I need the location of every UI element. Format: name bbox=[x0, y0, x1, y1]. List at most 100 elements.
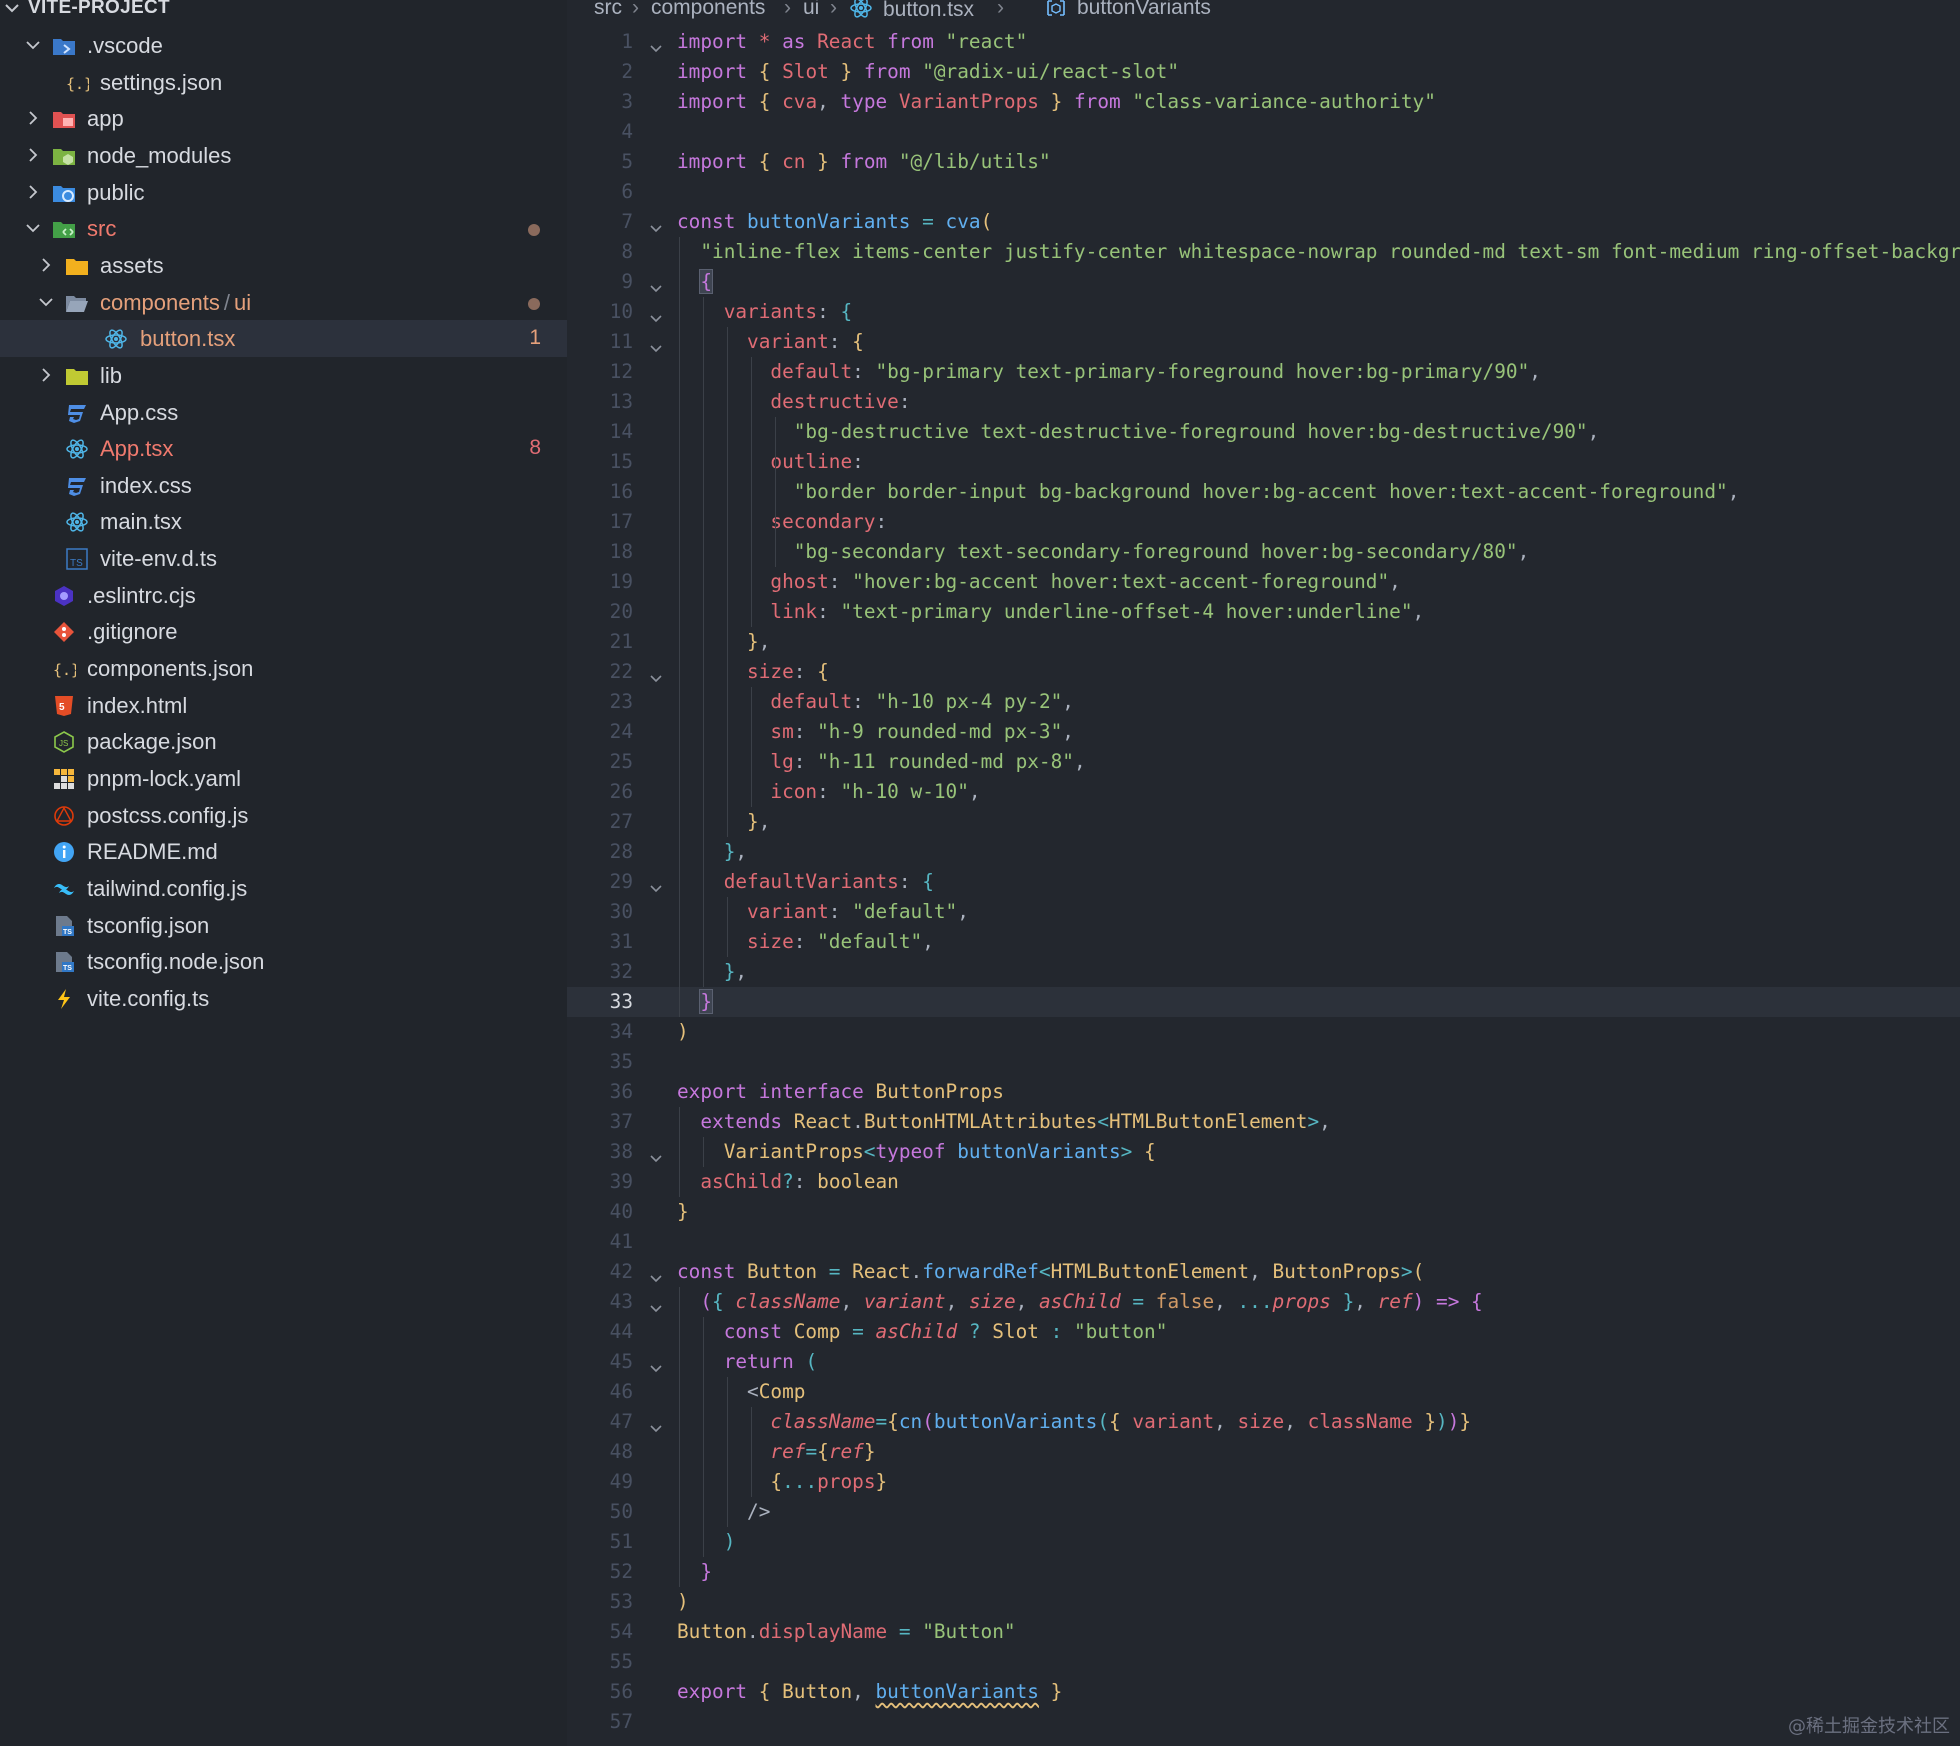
code-line[interactable]: 46 <Comp bbox=[567, 1377, 1960, 1407]
tree-item-eslintrc-cjs[interactable]: .eslintrc.cjs bbox=[0, 577, 567, 614]
code-line[interactable]: 15 outline: bbox=[567, 447, 1960, 477]
fold-chevron-icon[interactable] bbox=[649, 1355, 663, 1373]
fold-chevron-icon[interactable] bbox=[649, 875, 663, 893]
code-line[interactable]: 52 } bbox=[567, 1557, 1960, 1587]
fold-chevron-icon[interactable] bbox=[649, 665, 663, 683]
fold-chevron-icon[interactable] bbox=[649, 1295, 663, 1313]
tree-item-main-tsx[interactable]: main.tsx bbox=[0, 503, 567, 540]
code-line[interactable]: 31 size: "default", bbox=[567, 927, 1960, 957]
code-line[interactable]: 42 const Button = React.forwardRef<HTMLBu… bbox=[567, 1257, 1960, 1287]
code-line[interactable]: 10 variants: { bbox=[567, 297, 1960, 327]
code-line[interactable]: 39 asChild?: boolean bbox=[567, 1167, 1960, 1197]
code-line[interactable]: 17 secondary: bbox=[567, 507, 1960, 537]
code-line[interactable]: 44 const Comp = asChild ? Slot : "button… bbox=[567, 1317, 1960, 1347]
code-line[interactable]: 32 }, bbox=[567, 957, 1960, 987]
tree-item-readme-md[interactable]: README.md bbox=[0, 833, 567, 870]
code-line[interactable]: 36 export interface ButtonProps bbox=[567, 1077, 1960, 1107]
code-line[interactable]: 8 "inline-flex items-center justify-cent… bbox=[567, 237, 1960, 267]
code-line[interactable]: 12 default: "bg-primary text-primary-for… bbox=[567, 357, 1960, 387]
fold-chevron-icon[interactable] bbox=[649, 305, 663, 323]
code-line[interactable]: 49 {...props} bbox=[567, 1467, 1960, 1497]
code-line[interactable]: 21 }, bbox=[567, 627, 1960, 657]
breadcrumb-item[interactable]: buttonVariants bbox=[1045, 0, 1211, 24]
chevron-down-icon[interactable] bbox=[37, 293, 55, 311]
code-line[interactable]: 19 ghost: "hover:bg-accent hover:text-ac… bbox=[567, 567, 1960, 597]
code-line[interactable]: 50 /> bbox=[567, 1497, 1960, 1527]
code-line[interactable]: 2 import { Slot } from "@radix-ui/react-s… bbox=[567, 57, 1960, 87]
chevron-right-icon[interactable] bbox=[24, 183, 42, 201]
breadcrumb-item[interactable]: components bbox=[651, 0, 765, 20]
code-line[interactable]: 40} bbox=[567, 1197, 1960, 1227]
code-line[interactable]: 6 bbox=[567, 177, 1960, 207]
code-line[interactable]: 51 ) bbox=[567, 1527, 1960, 1557]
breadcrumb-item[interactable]: button.tsx bbox=[849, 0, 974, 26]
fold-chevron-icon[interactable] bbox=[649, 1415, 663, 1433]
code-line[interactable]: 35 bbox=[567, 1047, 1960, 1077]
tree-item-postcss-config-js[interactable]: postcss.config.js bbox=[0, 797, 567, 834]
code-line[interactable]: 27 }, bbox=[567, 807, 1960, 837]
tree-item-tsconfig-node-json[interactable]: TS tsconfig.node.json bbox=[0, 943, 567, 980]
explorer-project-header[interactable]: VITE-PROJECT bbox=[0, 0, 567, 20]
chevron-right-icon[interactable] bbox=[24, 109, 42, 127]
chevron-right-icon[interactable] bbox=[24, 146, 42, 164]
code-line[interactable]: 26 icon: "h-10 w-10", bbox=[567, 777, 1960, 807]
tree-item-index-html[interactable]: 5 index.html bbox=[0, 687, 567, 724]
code-line[interactable]: 7 const buttonVariants = cva( bbox=[567, 207, 1960, 237]
tree-item-vscode[interactable]: .vscode bbox=[0, 27, 567, 64]
tree-item-package-json[interactable]: JS package.json bbox=[0, 723, 567, 760]
tree-item-app[interactable]: app bbox=[0, 100, 567, 137]
tree-item-settings-json[interactable]: {.} settings.json bbox=[0, 64, 567, 101]
tree-item-index-css[interactable]: index.css bbox=[0, 467, 567, 504]
tree-item-app-css[interactable]: App.css bbox=[0, 394, 567, 431]
code-line[interactable]: 23 default: "h-10 px-4 py-2", bbox=[567, 687, 1960, 717]
code-line[interactable]: 1 import * as React from "react" bbox=[567, 27, 1960, 57]
code-line[interactable]: 33 } bbox=[567, 987, 1960, 1017]
code-line[interactable]: 9 { bbox=[567, 267, 1960, 297]
tree-item-tailwind-config-js[interactable]: tailwind.config.js bbox=[0, 870, 567, 907]
code-line[interactable]: 20 link: "text-primary underline-offset-… bbox=[567, 597, 1960, 627]
code-line[interactable]: 43 ({ className, variant, size, asChild … bbox=[567, 1287, 1960, 1317]
breadcrumb-item[interactable]: ui bbox=[803, 0, 819, 20]
code-line[interactable]: 3 import { cva, type VariantProps } from … bbox=[567, 87, 1960, 117]
code-line[interactable]: 53) bbox=[567, 1587, 1960, 1617]
fold-chevron-icon[interactable] bbox=[649, 1145, 663, 1163]
chevron-right-icon[interactable] bbox=[37, 366, 55, 384]
code-line[interactable]: 24 sm: "h-9 rounded-md px-3", bbox=[567, 717, 1960, 747]
code-line[interactable]: 28 }, bbox=[567, 837, 1960, 867]
code-line[interactable]: 4 bbox=[567, 117, 1960, 147]
fold-chevron-icon[interactable] bbox=[649, 275, 663, 293]
code-line[interactable]: 41 bbox=[567, 1227, 1960, 1257]
code-line[interactable]: 37 extends React.ButtonHTMLAttributes<HT… bbox=[567, 1107, 1960, 1137]
tree-item-node-modules[interactable]: node_modules bbox=[0, 137, 567, 174]
code-line[interactable]: 29 defaultVariants: { bbox=[567, 867, 1960, 897]
fold-chevron-icon[interactable] bbox=[649, 215, 663, 233]
tree-item-vite-env-d-ts[interactable]: TS vite-env.d.ts bbox=[0, 540, 567, 577]
code-line[interactable]: 57 bbox=[567, 1707, 1960, 1737]
code-line[interactable]: 47 className={cn(buttonVariants({ varian… bbox=[567, 1407, 1960, 1437]
tree-item-src[interactable]: src bbox=[0, 210, 567, 247]
tree-item-tsconfig-json[interactable]: TS tsconfig.json bbox=[0, 907, 567, 944]
tree-item-components[interactable]: components / ui bbox=[0, 284, 567, 321]
code-line[interactable]: 54 Button.displayName = "Button" bbox=[567, 1617, 1960, 1647]
code-line[interactable]: 34) bbox=[567, 1017, 1960, 1047]
fold-chevron-icon[interactable] bbox=[649, 35, 663, 53]
chevron-down-icon[interactable] bbox=[24, 219, 42, 237]
tree-item-public[interactable]: public bbox=[0, 174, 567, 211]
code-line[interactable]: 55 bbox=[567, 1647, 1960, 1677]
fold-chevron-icon[interactable] bbox=[649, 1265, 663, 1283]
code-line[interactable]: 16 "border border-input bg-background ho… bbox=[567, 477, 1960, 507]
tree-item-button-tsx[interactable]: button.tsx 1 bbox=[0, 320, 567, 358]
code-line[interactable]: 56 export { Button, buttonVariants } bbox=[567, 1677, 1960, 1707]
chevron-right-icon[interactable] bbox=[37, 256, 55, 274]
code-line[interactable]: 48 ref={ref} bbox=[567, 1437, 1960, 1467]
code-line[interactable]: 38 VariantProps<typeof buttonVariants> { bbox=[567, 1137, 1960, 1167]
code-line[interactable]: 45 return ( bbox=[567, 1347, 1960, 1377]
code-editor[interactable]: src › components › ui › button.tsx › buttonVaria… bbox=[567, 0, 1960, 1746]
tree-item-assets[interactable]: assets bbox=[0, 247, 567, 284]
fold-chevron-icon[interactable] bbox=[649, 335, 663, 353]
tree-item-lib[interactable]: lib bbox=[0, 357, 567, 394]
code-line[interactable]: 18 "bg-secondary text-secondary-foregrou… bbox=[567, 537, 1960, 567]
tree-item-gitignore[interactable]: .gitignore bbox=[0, 613, 567, 650]
tree-item-components-json[interactable]: {.} components.json bbox=[0, 650, 567, 687]
code-line[interactable]: 25 lg: "h-11 rounded-md px-8", bbox=[567, 747, 1960, 777]
